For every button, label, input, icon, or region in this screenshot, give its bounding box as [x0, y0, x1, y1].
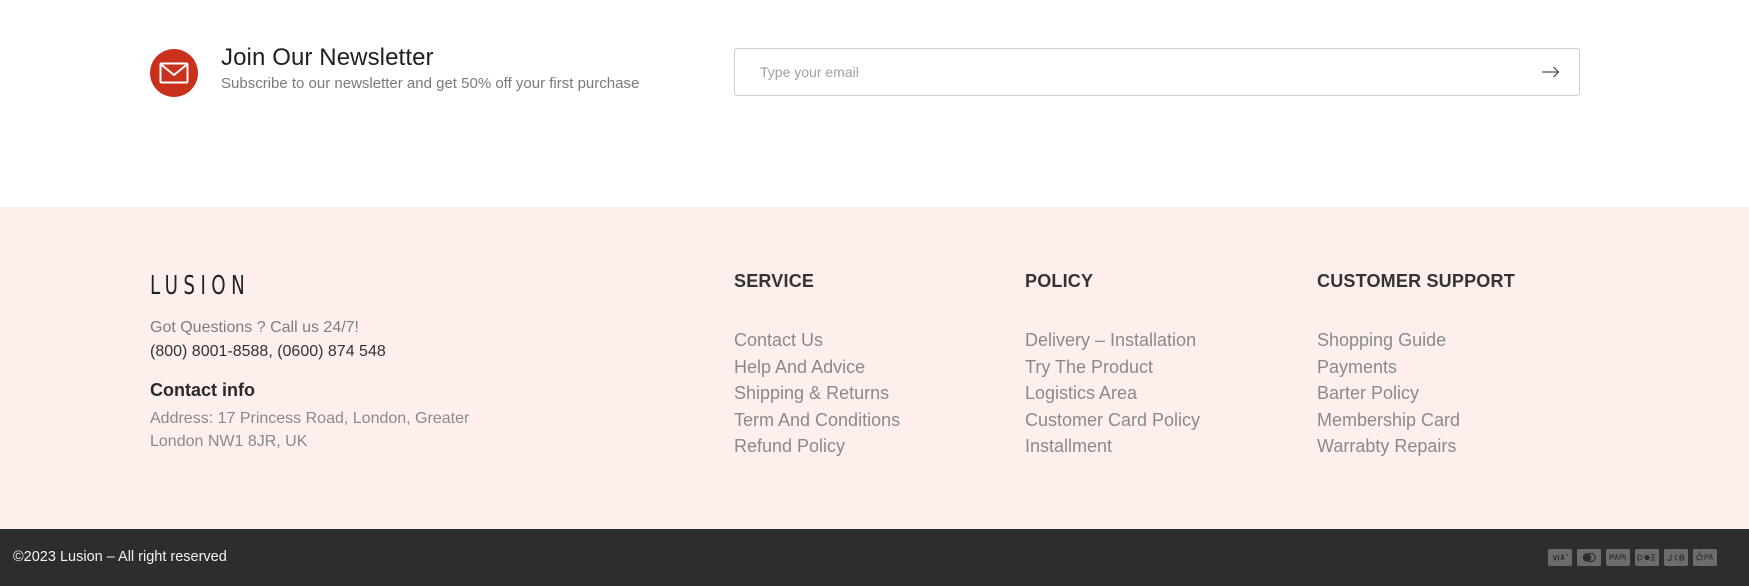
footer-logo[interactable]: LUSION: [150, 271, 250, 301]
footer-link-refund-policy[interactable]: Refund Policy: [734, 433, 900, 460]
email-input[interactable]: [735, 49, 1515, 95]
mastercard-icon: [1577, 549, 1601, 566]
newsletter-form: [734, 48, 1580, 96]
contact-info-title: Contact info: [150, 380, 255, 400]
footer-link-warranty-repairs[interactable]: Warrabty Repairs: [1317, 433, 1515, 460]
newsletter-title: Join Our Newsletter: [221, 44, 434, 71]
footer: LUSION Got Questions ? Call us 24/7! (80…: [0, 207, 1749, 529]
footer-link-installment[interactable]: Installment: [1025, 433, 1200, 460]
column-title-customer-support: CUSTOMER SUPPORT: [1317, 271, 1515, 291]
column-title-service: SERVICE: [734, 271, 815, 291]
bottom-bar: ©2023 Lusion – All right reserved: [0, 529, 1749, 586]
phone-numbers: (800) 8001-8588, (0600) 874 548: [150, 343, 386, 360]
footer-link-try-the-product[interactable]: Try The Product: [1025, 354, 1200, 381]
footer-link-terms[interactable]: Term And Conditions: [734, 407, 900, 434]
jcb-icon: [1664, 549, 1688, 566]
payment-methods: [1548, 549, 1717, 566]
service-links: Contact Us Help And Advice Shipping & Re…: [734, 327, 900, 460]
discover-icon: [1635, 549, 1659, 566]
visa-icon: [1548, 549, 1572, 566]
column-title-policy: POLICY: [1025, 271, 1094, 291]
footer-link-customer-card-policy[interactable]: Customer Card Policy: [1025, 407, 1200, 434]
envelope-icon: [150, 49, 198, 97]
footer-column-customer-support: CUSTOMER SUPPORT Shopping Guide Payments…: [1317, 271, 1515, 460]
arrow-right-icon: [1542, 66, 1560, 78]
newsletter-section: Join Our Newsletter Subscribe to our new…: [0, 0, 1749, 207]
footer-link-payments[interactable]: Payments: [1317, 354, 1515, 381]
copyright-text: ©2023 Lusion – All right reserved: [13, 549, 227, 565]
paypal-icon: [1606, 549, 1630, 566]
footer-link-barter-policy[interactable]: Barter Policy: [1317, 380, 1515, 407]
apple-pay-icon: [1693, 549, 1717, 566]
footer-column-service: SERVICE Contact Us Help And Advice Shipp…: [734, 271, 900, 460]
contact-address: Address: 17 Princess Road, London, Great…: [150, 410, 470, 450]
footer-link-help-and-advice[interactable]: Help And Advice: [734, 354, 900, 381]
newsletter-subtitle: Subscribe to our newsletter and get 50% …: [221, 75, 640, 92]
footer-link-delivery-installation[interactable]: Delivery – Installation: [1025, 327, 1200, 354]
questions-text: Got Questions ? Call us 24/7!: [150, 319, 359, 336]
policy-links: Delivery – Installation Try The Product …: [1025, 327, 1200, 460]
footer-link-shopping-guide[interactable]: Shopping Guide: [1317, 327, 1515, 354]
customer-support-links: Shopping Guide Payments Barter Policy Me…: [1317, 327, 1515, 460]
footer-link-membership-card[interactable]: Membership Card: [1317, 407, 1515, 434]
subscribe-button[interactable]: [1539, 60, 1563, 84]
footer-link-contact-us[interactable]: Contact Us: [734, 327, 900, 354]
footer-link-shipping-returns[interactable]: Shipping & Returns: [734, 380, 900, 407]
footer-link-logistics-area[interactable]: Logistics Area: [1025, 380, 1200, 407]
footer-column-policy: POLICY Delivery – Installation Try The P…: [1025, 271, 1200, 460]
